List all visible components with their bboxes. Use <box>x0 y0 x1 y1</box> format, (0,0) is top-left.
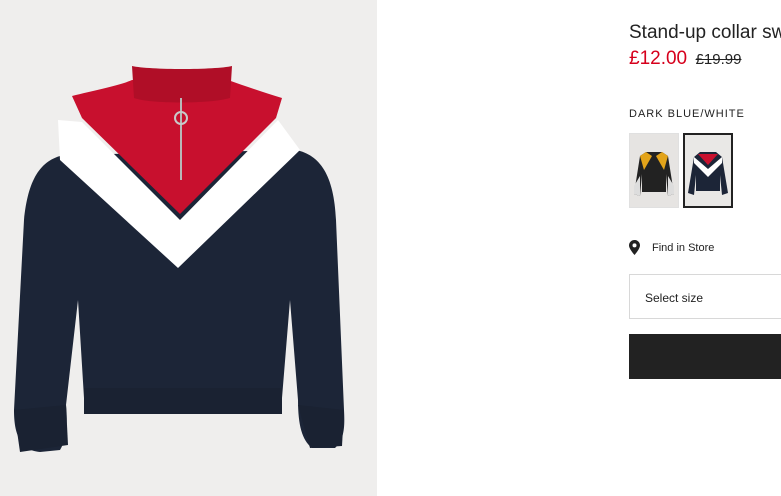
color-name: DARK BLUE/WHITE <box>629 108 745 120</box>
location-pin-icon <box>629 240 640 255</box>
original-price: £19.99 <box>695 51 742 68</box>
price-row: £12.00 £19.99 <box>629 48 741 70</box>
product-title: Stand-up collar sw <box>629 22 781 43</box>
sweatshirt-illustration <box>14 66 345 452</box>
swatch-black-yellow[interactable] <box>629 133 679 208</box>
find-in-store-link[interactable]: Find in Store <box>629 240 714 255</box>
add-to-bag-button[interactable] <box>629 334 781 379</box>
size-select-value: Select size <box>645 291 704 305</box>
dark-blue-white-sweatshirt-thumbnail <box>688 152 728 195</box>
product-image[interactable] <box>0 0 377 496</box>
swatch-dark-blue-white[interactable] <box>683 133 733 208</box>
size-select[interactable]: Select size <box>629 274 781 319</box>
sale-price: £12.00 <box>629 48 688 69</box>
black-yellow-sweatshirt-thumbnail <box>634 152 674 196</box>
find-in-store-label: Find in Store <box>652 241 715 254</box>
